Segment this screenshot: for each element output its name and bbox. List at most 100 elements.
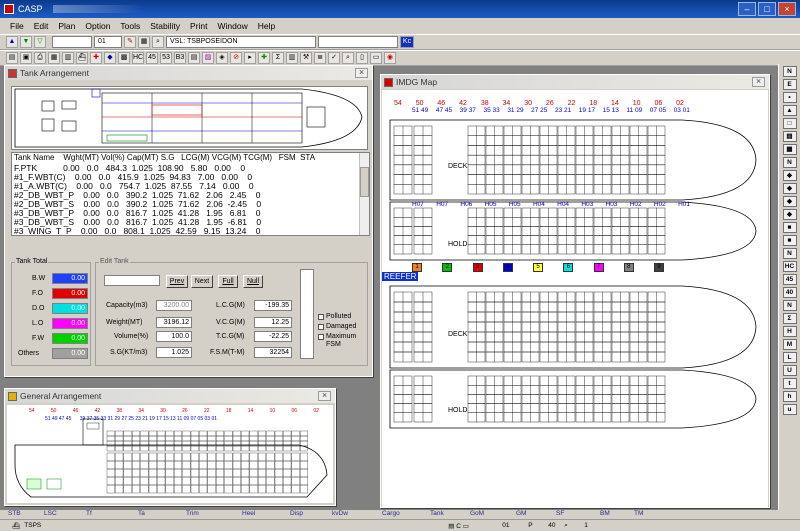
imdg-map-canvas[interactable]: 54 50 46 42 38 34 30 26 22 18 14 10 06 02 51 49 47 45 3… [382, 90, 768, 507]
right-tool-14[interactable]: N [782, 248, 797, 259]
tank-profile-view[interactable] [11, 86, 368, 150]
open-icon[interactable]: ▤ [6, 52, 18, 64]
window-icon[interactable]: ▭ [370, 52, 382, 64]
right-tool-24[interactable]: t [782, 378, 797, 389]
print-icon[interactable]: ⎙ [34, 52, 46, 64]
right-tool-2[interactable]: • [782, 92, 797, 103]
null-button[interactable]: Null [243, 275, 263, 288]
menu-file[interactable]: File [10, 21, 24, 31]
check-icon[interactable]: ✓ [328, 52, 340, 64]
menu-stability[interactable]: Stability [150, 21, 180, 31]
vessel-extra-field[interactable] [318, 36, 398, 48]
imdg-window-close-icon[interactable]: ⨯ [752, 77, 765, 87]
list-icon[interactable]: ≣ [314, 52, 326, 64]
menu-print[interactable]: Print [190, 21, 207, 31]
vcg-field[interactable]: 12.25 [254, 317, 292, 328]
53-icon[interactable]: 53 [160, 52, 172, 64]
right-tool-13[interactable]: ■ [782, 235, 797, 246]
sigma-icon[interactable]: Σ [272, 52, 284, 64]
right-tool-6[interactable]: ▦ [782, 144, 797, 155]
plus-icon[interactable]: ✚ [258, 52, 270, 64]
save-icon[interactable]: ▣ [20, 52, 32, 64]
diamond-icon[interactable]: ◆ [104, 52, 116, 64]
tank-list[interactable]: Tank Name Wght(MT) Vol(%) Cap(MT) S.G LC… [11, 152, 370, 236]
tank-name-field[interactable] [104, 275, 160, 286]
hc-icon[interactable]: HC [132, 52, 144, 64]
right-tool-7[interactable]: N [782, 157, 797, 168]
menu-plan[interactable]: Plan [58, 21, 75, 31]
right-tool-18[interactable]: N [782, 300, 797, 311]
right-tool-23[interactable]: U [782, 365, 797, 376]
45-icon[interactable]: 45 [146, 52, 158, 64]
ga-drawing[interactable]: 54 50 46 42 38 34 30 26 22 18 14 10 06 02 51 49 47 45… [7, 405, 333, 503]
tool-icon[interactable]: ⚒ [300, 52, 312, 64]
bay-select[interactable]: 01 [94, 36, 122, 48]
calc-icon[interactable]: ▥ [62, 52, 74, 64]
tank-window-close-icon[interactable]: ⨯ [355, 68, 368, 78]
tag-icon[interactable]: ◈ [216, 52, 228, 64]
right-tool-21[interactable]: M [782, 339, 797, 350]
color-icon[interactable]: ▨ [202, 52, 214, 64]
right-tool-5[interactable]: ▤ [782, 131, 797, 142]
right-tool-9[interactable]: ◆ [782, 183, 797, 194]
right-tool-10[interactable]: ◆ [782, 196, 797, 207]
full-button[interactable]: Full [218, 275, 238, 288]
menu-window[interactable]: Window [218, 21, 248, 31]
filter-icon[interactable]: ▽ [34, 36, 46, 48]
minimize-button[interactable]: – [738, 2, 756, 16]
right-tool-1[interactable]: E [782, 79, 797, 90]
right-tool-0[interactable]: N [782, 66, 797, 77]
menu-tools[interactable]: Tools [120, 21, 140, 31]
right-tool-15[interactable]: HC [782, 261, 797, 272]
table-icon[interactable]: ▦ [48, 52, 60, 64]
right-tool-26[interactable]: u [782, 404, 797, 415]
find-icon[interactable]: ⌕ [342, 52, 354, 64]
grid-icon[interactable]: ▦ [138, 36, 150, 48]
kc-button[interactable]: Kc [400, 36, 414, 48]
doc-icon[interactable]: ▯ [356, 52, 368, 64]
right-tool-11[interactable]: ◆ [782, 209, 797, 220]
right-tool-8[interactable]: ◆ [782, 170, 797, 181]
menu-edit[interactable]: Edit [34, 21, 49, 31]
max-fsm-checkbox[interactable]: Maximum FSM [318, 333, 362, 349]
capacity-field[interactable]: 3200.00 [156, 300, 192, 311]
stop-icon[interactable]: ⊘ [230, 52, 242, 64]
menu-option[interactable]: Option [85, 21, 110, 31]
tank-row[interactable]: #3_WING_T_P 0.00 0.0 808.1 1.025 42.59 9… [14, 227, 369, 236]
damaged-checkbox[interactable]: Damaged [318, 323, 356, 330]
right-tool-22[interactable]: L [782, 352, 797, 363]
right-tool-19[interactable]: Σ [782, 313, 797, 324]
cross-icon[interactable]: ✚ [90, 52, 102, 64]
maximize-button[interactable]: □ [758, 2, 776, 16]
right-tool-20[interactable]: H [782, 326, 797, 337]
pen-icon[interactable]: ✎ [124, 36, 136, 48]
next-button[interactable]: Next [191, 275, 213, 288]
right-tool-25[interactable]: h [782, 391, 797, 402]
arrow-icon[interactable]: ▸ [244, 52, 256, 64]
vessel-field[interactable]: VSL: TSBPOSEIDON [166, 36, 316, 48]
sg-field[interactable]: 1.025 [156, 347, 192, 358]
ship-icon[interactable]: ⛴ [76, 52, 88, 64]
weight-field[interactable]: 3196.12 [156, 317, 192, 328]
tank-list-scrollbar[interactable] [359, 153, 369, 235]
close-button[interactable]: × [778, 2, 796, 16]
polluted-checkbox[interactable]: Polluted [318, 313, 351, 320]
layers-icon[interactable]: ▤ [188, 52, 200, 64]
lcg-field[interactable]: -199.35 [254, 300, 292, 311]
right-tool-3[interactable]: ▲ [782, 105, 797, 116]
menu-help[interactable]: Help [258, 21, 275, 31]
fsm-field[interactable]: 32254 [254, 347, 292, 358]
mode-select[interactable] [52, 36, 92, 48]
zoom-icon[interactable]: ⌕ [152, 36, 164, 48]
exit-icon[interactable]: ◉ [384, 52, 396, 64]
grid2-icon[interactable]: ▩ [118, 52, 130, 64]
prev-button[interactable]: Prev [166, 275, 188, 288]
right-tool-16[interactable]: 45 [782, 274, 797, 285]
right-tool-4[interactable]: □ [782, 118, 797, 129]
up-arrow-icon[interactable]: ▲ [6, 36, 18, 48]
ga-window-close-icon[interactable]: ⨯ [318, 391, 331, 401]
right-tool-17[interactable]: 40 [782, 287, 797, 298]
right-tool-12[interactable]: ■ [782, 222, 797, 233]
tcg-field[interactable]: -22.25 [254, 331, 292, 342]
chart-icon[interactable]: ▥ [286, 52, 298, 64]
